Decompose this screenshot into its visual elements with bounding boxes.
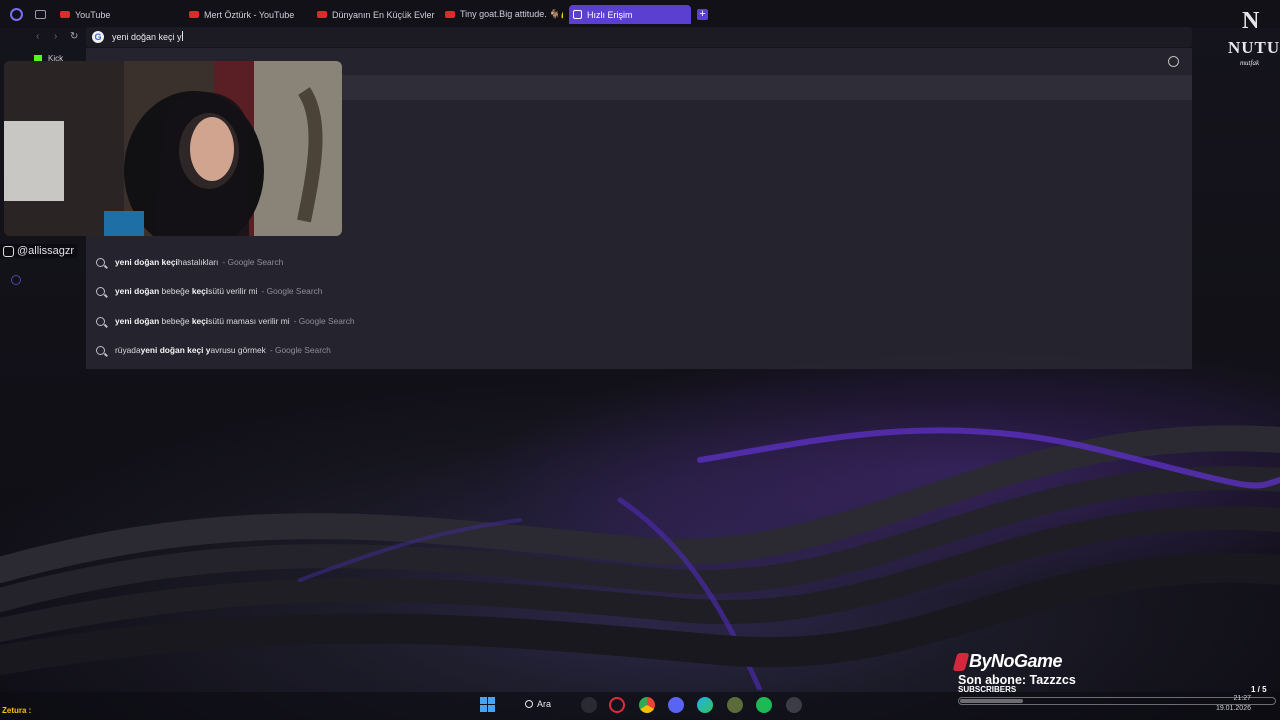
reload-icon[interactable]: ↻	[70, 31, 78, 42]
search-icon	[525, 700, 533, 708]
bynogame-logo: ByNoGame	[952, 651, 1063, 672]
edge-icon[interactable]	[697, 697, 713, 713]
system-clock[interactable]: 21:27 19.01.2026	[1205, 694, 1251, 714]
tab-mert-ozturk[interactable]: Mert Öztürk - YouTube	[185, 5, 307, 24]
google-icon: G	[92, 31, 104, 43]
bynogame-mark-icon	[952, 652, 970, 671]
tab-hizli-erisim[interactable]: Hızlı Erişim	[569, 5, 691, 24]
suggestion-item[interactable]: yeni doğan bebeğe keçi sütü maması veril…	[96, 313, 355, 329]
tab-label: Hızlı Erişim	[587, 9, 633, 20]
search-icon	[96, 345, 105, 355]
tab-overview-icon[interactable]	[35, 10, 46, 19]
settings-icon[interactable]	[11, 275, 21, 285]
search-icon	[96, 286, 105, 296]
spotify-icon[interactable]	[756, 697, 772, 713]
forward-icon[interactable]: ›	[54, 31, 57, 42]
suggestion-item[interactable]: yeni doğan keçi hastalıkları - Google Se…	[96, 254, 283, 270]
tab-label: YouTube	[75, 9, 111, 20]
desktop: YouTube Mert Öztürk - YouTube Dünyanın E…	[0, 0, 1280, 720]
youtube-icon	[445, 11, 455, 18]
address-input[interactable]: yeni doğan keçi y	[112, 31, 183, 42]
suggestion-item[interactable]: yeni doğan bebeğe keçi sütü verilir mi -…	[96, 283, 322, 299]
search-icon	[96, 316, 105, 326]
tab-kucuk-evler[interactable]: Dünyanın En Küçük Evleri	[313, 5, 435, 24]
new-tab-button[interactable]: +	[697, 9, 708, 20]
back-icon[interactable]: ‹	[36, 31, 39, 42]
address-bar[interactable]	[86, 27, 1192, 47]
xbox-app-icon[interactable]	[727, 697, 743, 713]
wallpaper-waves	[0, 425, 1280, 690]
windows-start-icon[interactable]	[480, 697, 495, 712]
search-icon	[96, 257, 105, 267]
emoji-icon[interactable]	[1168, 56, 1179, 67]
social-handle: @allissagzr	[0, 244, 78, 258]
webcam-overlay	[4, 61, 342, 236]
tab-label: Dünyanın En Küçük Evleri	[332, 9, 435, 20]
opera-gx-icon[interactable]	[609, 697, 625, 713]
chrome-icon[interactable]	[639, 697, 655, 713]
youtube-icon	[60, 11, 70, 18]
speed-dial-icon	[573, 10, 582, 19]
channel-logo: N NUTU mutfak	[1228, 8, 1280, 67]
discord-icon[interactable]	[668, 697, 684, 713]
copilot-icon[interactable]	[581, 697, 597, 713]
steam-icon[interactable]	[786, 697, 802, 713]
instagram-icon	[3, 245, 14, 257]
suggestion-item[interactable]: rüyada yeni doğan keçi y avrusu görmek - …	[96, 342, 331, 358]
taskbar-search[interactable]: Ara	[525, 699, 551, 709]
youtube-icon	[189, 11, 199, 18]
tab-tiny-goat[interactable]: Tiny goat.Big attitude. 🐐💪	[441, 5, 563, 24]
tab-label: Mert Öztürk - YouTube	[204, 9, 295, 20]
tab-label: Tiny goat.Big attitude. 🐐💪	[460, 9, 563, 19]
tab-youtube[interactable]: YouTube	[56, 5, 178, 24]
chat-username: Zetura :	[2, 706, 32, 715]
opera-menu-icon[interactable]	[10, 8, 23, 21]
text-caret	[181, 31, 183, 41]
youtube-icon	[317, 11, 327, 18]
webcam-feed	[4, 61, 342, 236]
